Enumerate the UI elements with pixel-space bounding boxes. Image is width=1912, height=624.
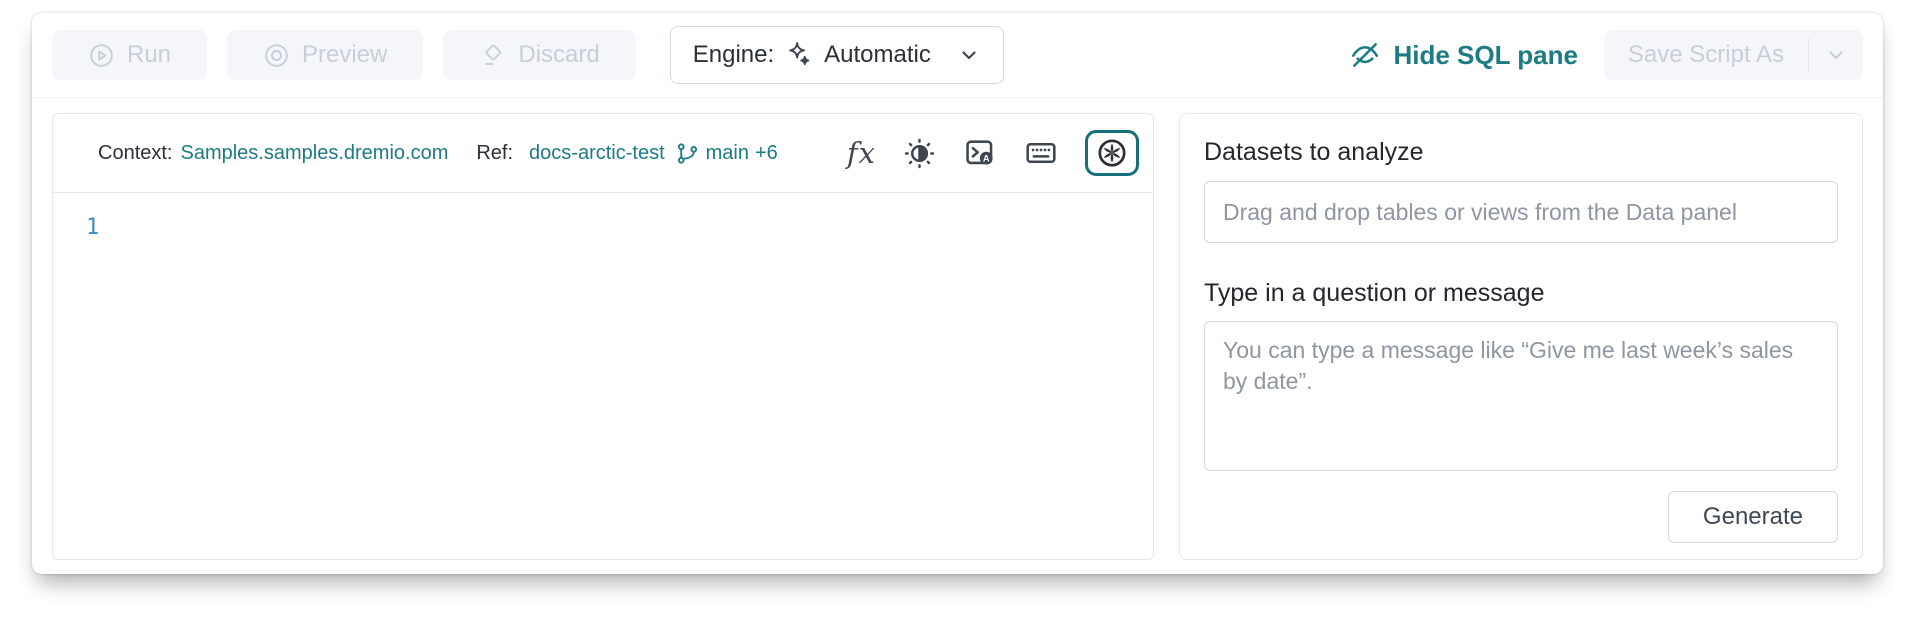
engine-selector[interactable]: Engine: Automatic <box>669 26 1004 84</box>
save-options-caret-button[interactable] <box>1809 30 1863 80</box>
datasets-heading: Datasets to analyze <box>1204 138 1424 166</box>
ai-generation-panel: Datasets to analyze Type in a question o… <box>1179 113 1863 560</box>
autocomplete-terminal-button[interactable]: A <box>963 136 997 170</box>
keyboard-icon <box>1024 136 1058 170</box>
preview-button[interactable]: Preview <box>227 30 424 80</box>
run-button-label: Run <box>127 41 172 68</box>
generate-button-label: Generate <box>1702 503 1803 530</box>
content-area: Context: Samples.samples.dremio.com Ref:… <box>32 98 1883 574</box>
save-script-as-label: Save Script As <box>1627 41 1784 68</box>
ai-rosette-icon <box>1095 136 1129 170</box>
save-script-as-split-button: Save Script As <box>1603 30 1863 80</box>
question-message-textarea[interactable] <box>1204 321 1838 471</box>
play-circle-icon <box>88 42 115 69</box>
run-button[interactable]: Run <box>52 30 208 80</box>
eye-slash-icon <box>1349 39 1381 71</box>
save-script-as-button[interactable]: Save Script As <box>1604 30 1808 80</box>
branch-extra-count: +6 <box>755 141 778 164</box>
question-heading: Type in a question or message <box>1204 279 1545 307</box>
sparkle-icon <box>784 40 814 70</box>
sql-runner-window: Run Preview Discard Engine: Automatic Hi… <box>32 13 1883 574</box>
keyboard-shortcuts-button[interactable] <box>1024 136 1058 170</box>
preview-button-label: Preview <box>302 41 388 68</box>
editor-line-number: 1 <box>86 215 100 240</box>
git-branch-icon <box>675 141 700 166</box>
editor-context-bar: Context: Samples.samples.dremio.com Ref:… <box>53 114 1153 193</box>
engine-value: Automatic <box>824 41 931 68</box>
hide-sql-pane-button[interactable]: Hide SQL pane <box>1349 39 1578 71</box>
ref-group: Ref: docs-arctic-test <box>476 142 664 165</box>
toolbar: Run Preview Discard Engine: Automatic Hi… <box>32 13 1883 98</box>
sql-code-editor[interactable]: 1 <box>53 193 1153 559</box>
ref-label: Ref: <box>476 141 514 164</box>
brightness-contrast-icon <box>903 137 936 170</box>
chevron-down-icon <box>1824 43 1848 67</box>
ref-value-link[interactable]: docs-arctic-test <box>529 142 665 165</box>
branch-selector[interactable]: main +6 <box>675 141 778 166</box>
context-value-link[interactable]: Samples.samples.dremio.com <box>180 142 448 165</box>
discard-button[interactable]: Discard <box>443 30 636 80</box>
insert-function-button[interactable]: fx <box>847 136 876 170</box>
editor-toolbar-icons: fx A <box>847 130 1139 176</box>
context-label: Context: <box>98 141 173 164</box>
generative-ai-toggle-button[interactable] <box>1085 130 1139 176</box>
branch-name: main <box>705 141 749 164</box>
generate-button[interactable]: Generate <box>1667 491 1838 543</box>
function-fx-icon: fx <box>846 136 876 170</box>
engine-label: Engine: <box>692 41 775 68</box>
discard-button-label: Discard <box>518 41 600 68</box>
preview-target-icon <box>263 42 290 69</box>
terminal-autocomplete-icon: A <box>963 136 997 170</box>
chevron-down-icon <box>957 43 981 67</box>
datasets-drop-input[interactable] <box>1204 181 1838 243</box>
contrast-theme-button[interactable] <box>903 137 936 170</box>
svg-text:A: A <box>983 154 990 164</box>
hide-sql-pane-label: Hide SQL pane <box>1393 39 1578 70</box>
eraser-icon <box>479 42 506 69</box>
sql-editor-pane: Context: Samples.samples.dremio.com Ref:… <box>52 113 1154 560</box>
